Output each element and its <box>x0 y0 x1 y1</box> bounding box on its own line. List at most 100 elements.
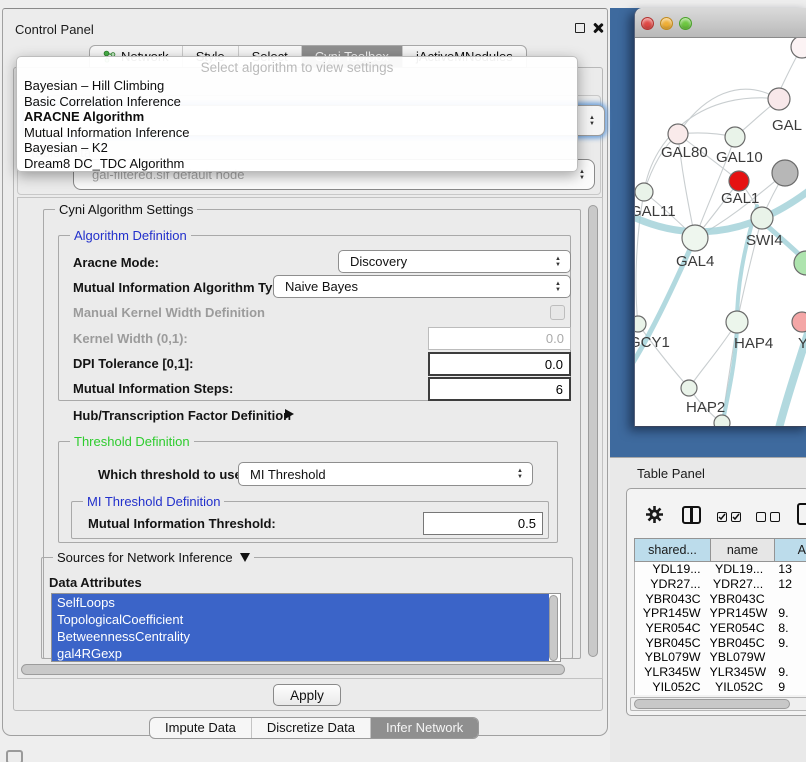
tab-label: Infer Network <box>386 720 463 735</box>
algorithm-option[interactable]: Dream8 DC_TDC Algorithm <box>24 156 570 172</box>
gear-icon[interactable] <box>645 505 664 524</box>
attribute-item[interactable]: BetweennessCentrality <box>52 628 549 645</box>
column-header-truncated[interactable]: A <box>775 539 806 561</box>
table-row[interactable]: YBR043CYBR043C <box>635 591 806 606</box>
network-node-label: SWI4 <box>746 232 783 249</box>
network-node[interactable] <box>668 124 688 144</box>
attribute-item[interactable]: gal4RGexp <box>52 645 549 662</box>
data-attributes-list[interactable]: SelfLoopsTopologicalCoefficientBetweenne… <box>51 593 561 662</box>
network-node[interactable] <box>772 160 798 186</box>
algorithm-option[interactable]: Basic Correlation Inference <box>24 94 570 110</box>
table-cell: YIL052C <box>710 680 773 694</box>
minimize-traffic-light-icon[interactable] <box>660 17 673 30</box>
horizontal-scrollbar[interactable] <box>19 663 585 676</box>
network-highlighted-edges <box>635 186 806 426</box>
vertical-scrollbar[interactable] <box>587 203 599 659</box>
network-canvas[interactable]: GALGAL80GAL10GAL1GAL11SWI4GAL4GCY1HAP4YH… <box>635 38 806 426</box>
attribute-item[interactable]: SelfLoops <box>52 594 549 611</box>
column-header-shared-name[interactable]: shared... <box>635 539 711 561</box>
table-row[interactable]: YBL079WYBL079W <box>635 650 806 665</box>
network-node[interactable] <box>714 415 730 426</box>
combo-stepper-icon <box>589 115 595 127</box>
kernel-width-field[interactable]: 0.0 <box>428 327 571 350</box>
close-traffic-light-icon[interactable] <box>641 17 654 30</box>
network-node-label: HAP2 <box>686 399 725 416</box>
table-row[interactable]: YDR27...YDR27...12 <box>635 577 806 592</box>
kernel-width-label: Kernel Width (0,1): <box>73 331 188 346</box>
mi-threshold-label: Mutual Information Threshold: <box>88 516 276 531</box>
expand-right-icon[interactable] <box>285 409 294 419</box>
attribute-item[interactable]: TopologicalCoefficient <box>52 611 549 628</box>
list-scrollbar-thumb[interactable] <box>549 595 558 661</box>
scrollbar-thumb[interactable] <box>634 699 790 709</box>
scrollbar-thumb[interactable] <box>588 205 598 657</box>
table-cell: YIL052C <box>635 680 710 694</box>
algorithm-option-selected[interactable]: ARACNE Algorithm <box>24 109 570 125</box>
table-row[interactable]: YDL19...YDL19...13 <box>635 562 806 577</box>
network-node[interactable] <box>768 88 790 110</box>
dpi-tolerance-field[interactable]: 0.0 <box>428 352 571 376</box>
tab-impute-data[interactable]: Impute Data <box>150 718 251 738</box>
which-threshold-combobox[interactable]: MI Threshold <box>238 462 533 486</box>
deselect-all-icon[interactable] <box>756 512 766 522</box>
network-node[interactable] <box>635 316 646 332</box>
table-horizontal-scrollbar[interactable] <box>630 697 806 711</box>
network-node[interactable] <box>791 38 806 58</box>
network-node[interactable] <box>682 225 708 251</box>
network-node[interactable] <box>726 311 748 333</box>
network-node-label: Y <box>798 335 806 352</box>
columns-icon[interactable] <box>682 506 701 524</box>
network-node[interactable] <box>751 207 773 229</box>
table-cell: 9. <box>772 606 806 620</box>
mi-threshold-field[interactable]: 0.5 <box>423 512 543 535</box>
network-window[interactable]: GALGAL80GAL10GAL1GAL11SWI4GAL4GCY1HAP4YH… <box>634 8 806 427</box>
restore-panel-icon[interactable] <box>6 750 23 762</box>
algorithm-option[interactable]: Bayesian – K2 <box>24 140 570 156</box>
column-header-name[interactable]: name <box>711 539 775 561</box>
aracne-mode-combobox[interactable]: Discovery <box>338 250 571 273</box>
group-title: Threshold Definition <box>70 434 194 449</box>
collapse-down-icon[interactable] <box>240 553 250 562</box>
network-node[interactable] <box>729 171 749 191</box>
table-row[interactable]: YPR145WYPR145W9. <box>635 606 806 621</box>
app-root: { "control_panel": { "title": "Control P… <box>0 0 806 762</box>
algorithm-option[interactable]: Bayesian – Hill Climbing <box>24 78 570 94</box>
tab-label: Discretize Data <box>267 720 355 735</box>
table-row[interactable]: YIL052CYIL052C9 <box>635 680 806 695</box>
aracne-mode-value: Discovery <box>350 254 407 269</box>
algorithm-dropdown-popup: Select algorithm to view settings Bayesi… <box>16 56 578 172</box>
table-row[interactable]: YER054CYER054C8. <box>635 621 806 636</box>
deselect-all-icon[interactable] <box>770 512 780 522</box>
manual-kernel-checkbox[interactable] <box>550 305 565 320</box>
network-window-titlebar[interactable] <box>635 8 806 38</box>
select-all-checked-icon[interactable] <box>731 512 741 522</box>
combo-stepper-icon <box>579 169 585 181</box>
table-cell: YLR345W <box>635 665 710 679</box>
apply-button[interactable]: Apply <box>273 684 341 706</box>
close-icon[interactable] <box>592 22 604 34</box>
table-cell: YBR045C <box>635 636 710 650</box>
tab-infer-network[interactable]: Infer Network <box>370 718 478 738</box>
float-window-icon[interactable] <box>575 23 585 33</box>
table-cell: YBR045C <box>710 636 773 650</box>
hub-definition-label[interactable]: Hub/Transcription Factor Definition <box>73 408 291 423</box>
network-node[interactable] <box>681 380 697 396</box>
zoom-traffic-light-icon[interactable] <box>679 17 692 30</box>
mi-steps-field[interactable]: 6 <box>428 377 571 401</box>
select-all-checked-icon[interactable] <box>717 512 727 522</box>
table-row[interactable]: YBR045CYBR045C9. <box>635 635 806 650</box>
table-row[interactable]: YLR345WYLR345W9. <box>635 665 806 680</box>
table-cell: YBL079W <box>635 650 710 664</box>
scrollbar-thumb[interactable] <box>21 664 565 675</box>
network-node[interactable] <box>725 127 745 147</box>
network-node[interactable] <box>635 183 653 201</box>
mi-type-combobox[interactable]: Naive Bayes <box>273 275 571 298</box>
table-cell: 9. <box>772 636 806 650</box>
table-cell: 8. <box>772 621 806 635</box>
new-table-icon[interactable] <box>797 503 806 525</box>
network-node[interactable] <box>792 312 806 332</box>
algorithm-option[interactable]: Mutual Information Inference <box>24 125 570 141</box>
dpi-tolerance-label: DPI Tolerance [0,1]: <box>73 356 193 371</box>
mi-steps-value: 6 <box>556 382 563 397</box>
tab-discretize-data[interactable]: Discretize Data <box>251 718 370 738</box>
